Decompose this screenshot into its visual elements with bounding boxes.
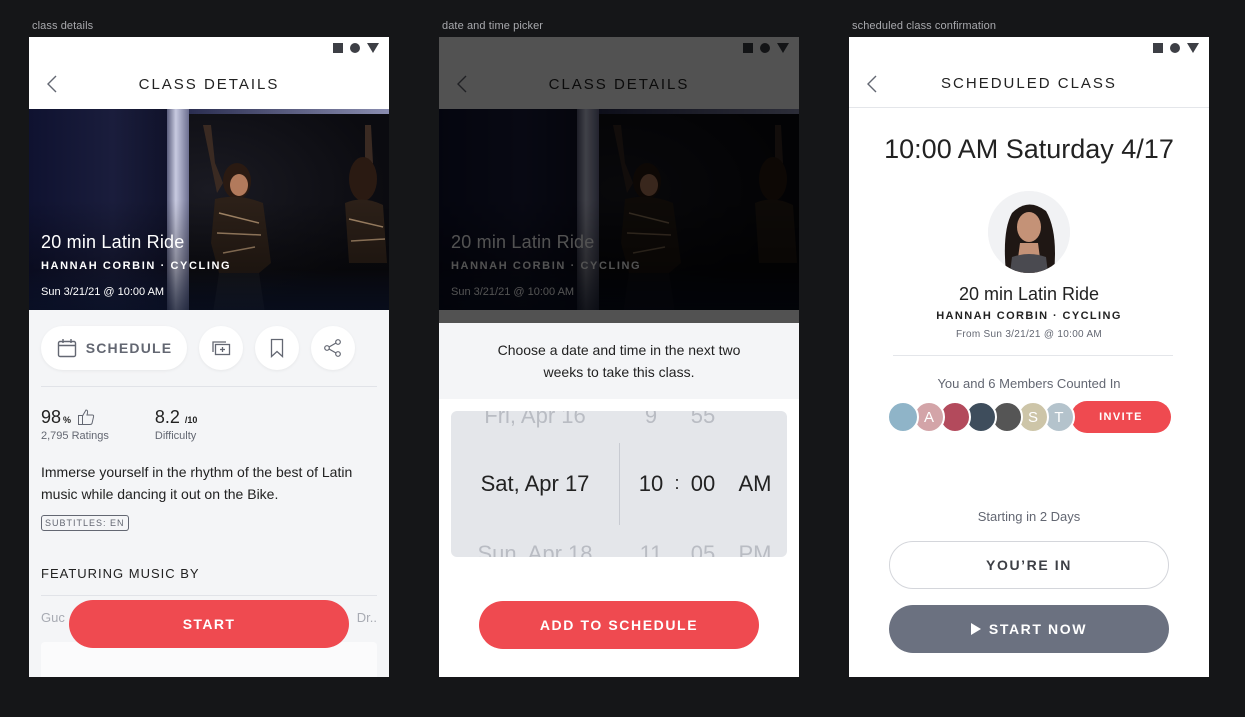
play-icon [970, 623, 981, 635]
date-time-wheel[interactable]: Fri, Apr 16 9 55 Sat, Apr 17 10 : 00 AM … [451, 411, 787, 557]
member-avatar[interactable] [887, 401, 919, 433]
share-icon [324, 339, 341, 357]
wheel-row-prev[interactable]: Fri, Apr 16 9 55 [451, 411, 787, 433]
scheduled-class-screen: SCHEDULED CLASS 10:00 AM Saturday 4/17 2… [849, 37, 1209, 677]
wheel-hour: 11 [639, 541, 663, 557]
nav-bar: CLASS DETAILS [29, 59, 389, 109]
chevron-left-icon [867, 75, 877, 93]
wheel-minute: 55 [690, 411, 716, 428]
date-time-picker-screen: CLASS DETAILS 20 min Latin Ride HANNAH C… [439, 37, 799, 677]
schedule-button[interactable]: SCHEDULE [41, 326, 187, 370]
selected-date: Sat, Apr 17 [480, 471, 590, 496]
instructor-portrait [988, 191, 1070, 273]
page-title: SCHEDULED CLASS [941, 74, 1117, 92]
selected-minute: 00 [690, 471, 716, 496]
difficulty-value: 8.2 [154, 407, 180, 427]
youre-in-button[interactable]: YOU’RE IN [889, 541, 1169, 589]
invite-button[interactable]: INVITE [1071, 401, 1171, 433]
original-airdate: From Sun 3/21/21 @ 10:00 AM [955, 329, 1103, 340]
subtitles-badge: SUBTITLES: EN [41, 515, 129, 531]
chevron-left-icon [47, 75, 57, 93]
wheel-hour: 9 [644, 411, 658, 428]
section-divider [41, 595, 377, 596]
wheel-row-selected[interactable]: Sat, Apr 17 10 : 00 AM [451, 471, 787, 501]
class-stats: 98 % 2,795 Ratings 8.2 /10 Difficulty [41, 407, 197, 442]
status-circle-icon [350, 43, 360, 53]
class-hero-image: 20 min Latin Ride HANNAH CORBIN · CYCLIN… [29, 109, 389, 310]
picker-prompt: Choose a date and time in the next two w… [439, 323, 799, 399]
difficulty-unit: /10 [184, 415, 198, 425]
schedule-label: SCHEDULE [85, 340, 173, 356]
status-bar [29, 37, 389, 59]
wheel-minute: 05 [690, 541, 716, 557]
class-title: 20 min Latin Ride [41, 232, 185, 252]
countdown-text: Starting in 2 Days [977, 509, 1081, 524]
nav-bar: SCHEDULED CLASS [849, 59, 1209, 107]
scheduled-time: 10:00 AM Saturday 4/17 [884, 134, 1174, 164]
frame-label-scheduled-confirmation: scheduled class confirmation [852, 20, 997, 32]
share-button[interactable] [311, 326, 355, 370]
bookmark-icon [270, 338, 284, 358]
date-time-picker-sheet: Choose a date and time in the next two w… [439, 323, 799, 677]
status-triangle-icon [1187, 43, 1199, 53]
calendar-icon [57, 339, 76, 358]
back-button[interactable] [863, 74, 883, 94]
action-row: SCHEDULE [41, 326, 355, 370]
status-square-icon [1153, 43, 1163, 53]
featuring-music-heading: FEATURING MUSIC BY [41, 566, 200, 581]
selected-hour: 10 [638, 471, 664, 496]
wheel-ampm: PM [738, 541, 772, 557]
rating-count: 2,795 Ratings [41, 430, 109, 442]
instructor-discipline: HANNAH CORBIN · CYCLING [936, 310, 1122, 322]
add-to-schedule-button[interactable]: ADD TO SCHEDULE [479, 601, 759, 649]
class-details-body: SCHEDULE 98 % 2,795 Ratings 8.2 /10 Diff… [29, 310, 389, 677]
rating-unit: % [63, 415, 72, 425]
instructor-avatar [988, 191, 1070, 273]
instructor-discipline: HANNAH CORBIN · CYCLING [41, 260, 232, 272]
page-title: CLASS DETAILS [138, 75, 280, 93]
thumbs-up-icon [78, 409, 95, 425]
start-now-label: START NOW [988, 621, 1088, 637]
class-title: 20 min Latin Ride [958, 284, 1100, 304]
add-to-stack-icon [212, 341, 231, 356]
status-triangle-icon [367, 43, 379, 53]
add-to-stack-button[interactable] [199, 326, 243, 370]
frame-label-class-details: class details [32, 20, 94, 32]
member-avatars: A S T INVITE [887, 401, 1171, 433]
status-circle-icon [1170, 43, 1180, 53]
artist-item[interactable]: Guc [41, 610, 65, 625]
artist-item[interactable]: Dr.. [357, 610, 377, 625]
members-counted-in: You and 6 Members Counted In [937, 376, 1121, 391]
wheel-date: Fri, Apr 16 [484, 411, 586, 428]
class-datetime: Sun 3/21/21 @ 10:00 AM [41, 286, 165, 298]
nav-divider [849, 107, 1209, 108]
status-square-icon [333, 43, 343, 53]
bookmark-button[interactable] [255, 326, 299, 370]
selected-ampm: AM [738, 471, 772, 496]
difficulty-label: Difficulty [154, 430, 197, 442]
back-button[interactable] [43, 74, 63, 94]
class-description: Immerse yourself in the rhythm of the be… [41, 464, 353, 502]
wheel-date: Sun, Apr 18 [477, 541, 593, 557]
start-now-button[interactable]: START NOW [889, 605, 1169, 653]
section-divider [893, 355, 1173, 356]
rating-value: 98 [41, 407, 62, 427]
start-button[interactable]: START [69, 600, 349, 648]
class-details-screen: CLASS DETAILS 20 min Latin Ride HANNAH C… [29, 37, 389, 677]
modal-backdrop[interactable] [439, 37, 799, 323]
status-bar [849, 37, 1209, 59]
frame-label-date-time-picker: date and time picker [442, 20, 544, 32]
rating-stat: 98 % 2,795 Ratings [41, 407, 109, 442]
difficulty-stat: 8.2 /10 Difficulty [155, 407, 198, 442]
wheel-row-next[interactable]: Sun, Apr 18 11 05 PM [451, 541, 787, 557]
section-divider [41, 386, 377, 387]
